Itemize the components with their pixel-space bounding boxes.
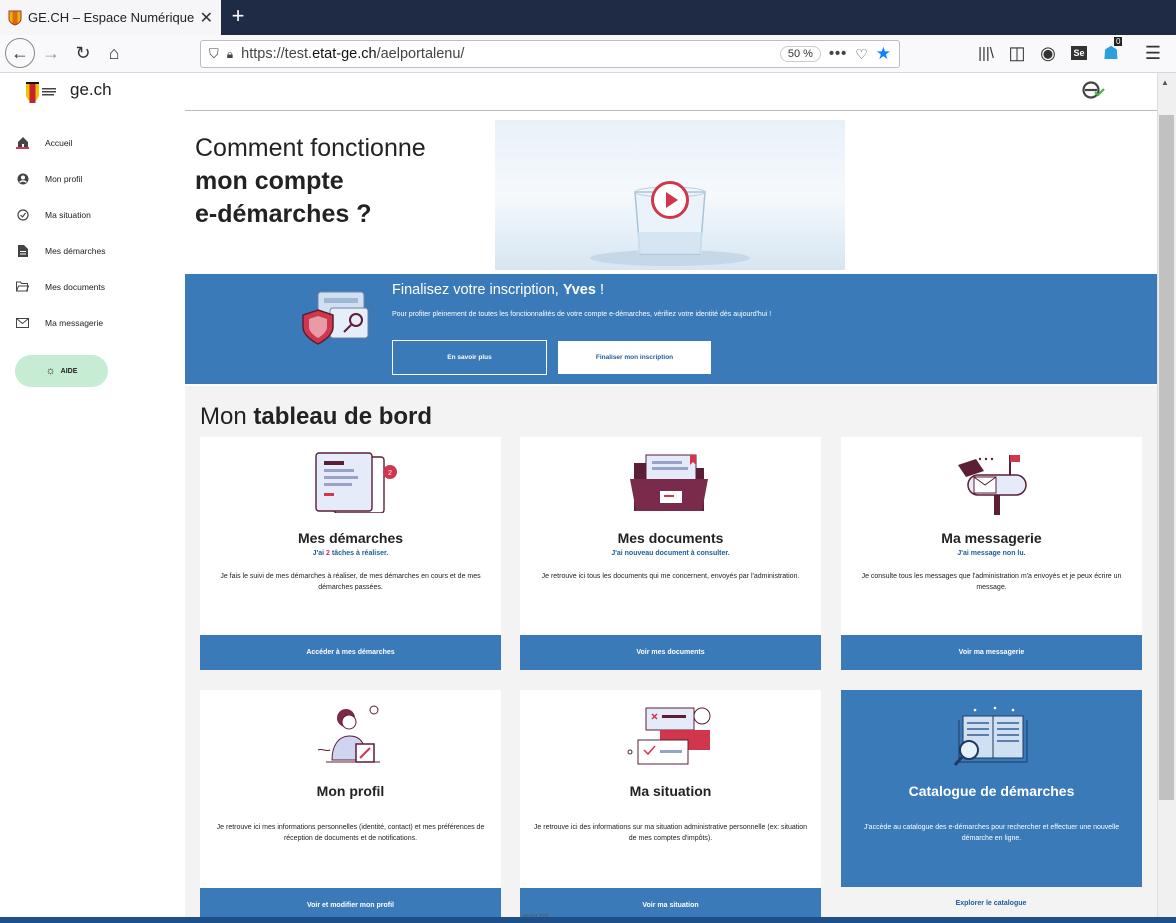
shield-icon[interactable]: ⛉: [209, 46, 219, 62]
file-icon: [16, 244, 29, 257]
banner-text: Pour profiter pleinement de toutes les f…: [392, 311, 772, 318]
sidebar-item-label: Ma messagerie: [45, 317, 104, 328]
card-subtitle: J'ai message non lu.: [957, 550, 1026, 557]
card-title: Mes documents: [617, 530, 724, 546]
help-button[interactable]: ☼ AIDE: [15, 355, 108, 387]
banner-title: Finalisez votre inscription, Yves !: [392, 282, 604, 298]
card-mon-profil: Mon profil Je retrouve ici mes informati…: [200, 690, 501, 923]
dashboard-title: Mon tableau de bord: [200, 403, 433, 430]
sidebar-item-mes-documents[interactable]: Mes documents: [16, 280, 105, 293]
sidebar-item-label: Mes documents: [45, 281, 105, 292]
brand-name[interactable]: ge.ch: [70, 80, 112, 100]
card-text: J'accède au catalogue des e-démarches po…: [863, 824, 1120, 842]
card-text: Je consulte tous les messages que l'admi…: [861, 573, 1122, 591]
home-icon[interactable]: ⌂: [101, 40, 127, 66]
card-subtitle: J'ai 2 tâches à réaliser.: [312, 550, 389, 557]
bookmark-star-icon[interactable]: ★: [876, 44, 891, 64]
url-text[interactable]: https://test.etat-ge.ch/aelportalenu/: [241, 46, 772, 62]
address-bar[interactable]: ⛉ 🔒︎ https://test.etat-ge.ch/aelportalen…: [200, 40, 900, 68]
library-icon[interactable]: |||\: [973, 40, 999, 66]
user-icon: [16, 172, 29, 185]
lightbulb-icon: ☼: [45, 365, 56, 377]
lock-icon[interactable]: 🔒︎: [227, 47, 233, 62]
new-tab-icon[interactable]: +: [228, 4, 248, 30]
sidebar-item-ma-situation[interactable]: Ma situation: [16, 208, 91, 221]
zoom-level[interactable]: 50 %: [779, 46, 821, 62]
card-title: Ma messagerie: [941, 530, 1042, 546]
sidebar-item-label: Mon profil: [45, 173, 83, 184]
reload-icon[interactable]: ↻: [70, 40, 96, 66]
check-circle-icon: [16, 208, 29, 221]
envelope-icon: [16, 316, 29, 329]
card-ma-messagerie: Ma messagerie J'ai message non lu. Je co…: [841, 437, 1142, 670]
card-mes-documents: Mes documents J'ai nouveau document à co…: [520, 437, 821, 670]
sidebar-item-label: Ma situation: [45, 209, 91, 220]
hero-line-2: mon compte: [195, 167, 344, 195]
mailbox-icon: [958, 455, 1027, 515]
ghost-extension-icon[interactable]: ☗ 0: [1098, 37, 1124, 66]
video-player[interactable]: [495, 120, 845, 270]
scroll-up-icon[interactable]: ▲: [1161, 78, 1169, 87]
tab-title: GE.CH – Espace Numérique Us: [28, 10, 194, 25]
back-icon[interactable]: ←: [5, 38, 35, 68]
card-text: Je retrouve ici tous les documents qui m…: [541, 573, 800, 580]
forward-icon[interactable]: →: [38, 40, 64, 66]
view-documents-button[interactable]: Voir mes documents: [520, 635, 821, 670]
card-ma-situation: Ma situation Je retrouve ici des informa…: [520, 690, 821, 923]
extension-badge: 0: [1114, 37, 1123, 46]
finalize-registration-button[interactable]: Finaliser mon inscription: [558, 341, 711, 374]
scrollbar-thumb[interactable]: [1159, 115, 1174, 800]
sidebar-toggle-icon[interactable]: ◫: [1004, 40, 1030, 66]
sidebar-item-label: Mes démarches: [45, 245, 106, 256]
geneva-favicon-icon: [8, 10, 22, 26]
documents-stack-icon: 2: [315, 452, 397, 513]
card-title: Catalogue de démarches: [908, 783, 1075, 799]
page-actions-icon[interactable]: •••: [829, 46, 847, 62]
menu-icon[interactable]: ☰: [1140, 40, 1166, 66]
home-icon: [16, 136, 29, 149]
card-title: Ma situation: [629, 783, 712, 799]
card-title: Mes démarches: [297, 530, 404, 546]
account-icon[interactable]: ◉: [1035, 40, 1061, 66]
folder-icon: [16, 280, 29, 293]
explore-catalogue-link[interactable]: Explorer le catalogue: [841, 900, 1141, 907]
hero-title: Comment fonctionne mon compte e-démarche…: [195, 132, 426, 231]
hero-line-1: Comment fonctionne: [195, 134, 426, 162]
help-label: AIDE: [60, 367, 78, 375]
sidebar-item-ma-messagerie[interactable]: Ma messagerie: [16, 316, 103, 329]
profile-person-icon: [317, 705, 380, 763]
sidebar-item-mes-demarches[interactable]: Mes démarches: [16, 244, 105, 257]
sidebar-item-mon-profil[interactable]: Mon profil: [16, 172, 82, 185]
security-shield-icon: [302, 291, 369, 345]
card-subtitle: J'ai nouveau document à consulter.: [611, 550, 730, 557]
situation-forms-icon: [627, 707, 711, 765]
play-icon[interactable]: [650, 180, 690, 220]
pocket-icon[interactable]: ♡: [855, 46, 868, 63]
window-bottom-edge: [0, 917, 1176, 923]
pending-count-badge: 2: [388, 470, 392, 477]
view-messages-button[interactable]: Voir ma messagerie: [841, 635, 1142, 670]
geneva-logo: [26, 82, 56, 103]
catalogue-book-icon: [953, 706, 1028, 766]
card-mes-demarches: 2 Mes démarches J'ai 2 tâches à réaliser…: [200, 437, 501, 670]
e-demarches-icon[interactable]: [1082, 80, 1106, 100]
folder-documents-icon: [630, 454, 708, 511]
sidebar: [0, 73, 185, 923]
close-tab-icon[interactable]: ✕: [200, 8, 213, 28]
card-title: Mon profil: [316, 783, 385, 799]
header-divider: [185, 110, 1157, 111]
card-text: Je retrouve ici des informations sur ma …: [533, 824, 808, 842]
hero-line-3: e-démarches ?: [195, 200, 372, 228]
card-catalogue[interactable]: Catalogue de démarches J'accède au catal…: [841, 690, 1142, 887]
sidebar-item-accueil[interactable]: Accueil: [16, 136, 72, 149]
sidebar-item-label: Accueil: [45, 137, 73, 148]
selenium-extension-icon[interactable]: Se: [1066, 40, 1092, 66]
browser-tab[interactable]: GE.CH – Espace Numérique Us ✕: [0, 0, 221, 35]
card-text: Je fais le suivi de mes démarches à réal…: [220, 573, 481, 591]
card-text: Je retrouve ici mes informations personn…: [216, 824, 485, 842]
learn-more-button[interactable]: En savoir plus: [392, 340, 547, 375]
access-demarches-button[interactable]: Accéder à mes démarches: [200, 635, 501, 670]
